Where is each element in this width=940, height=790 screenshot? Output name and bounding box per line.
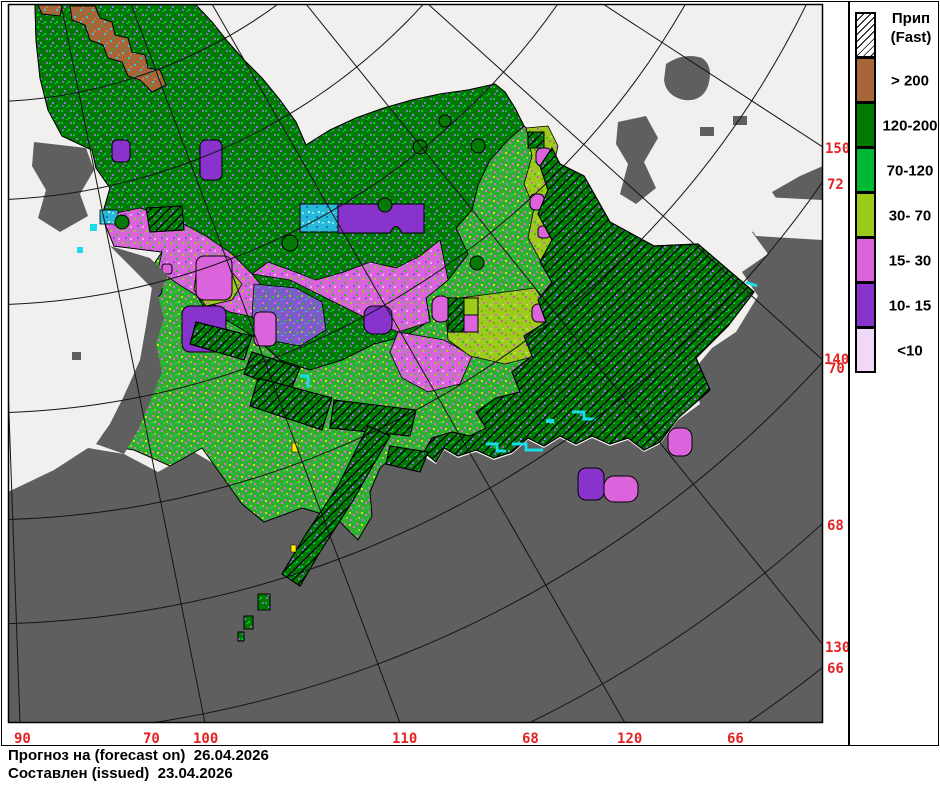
tick-label: 66: [827, 661, 844, 677]
tick-label: 72: [827, 177, 844, 193]
tick-label: 90: [14, 731, 31, 747]
tick-label: 68: [522, 731, 539, 747]
island: [72, 352, 81, 360]
legend-swatch-30-70: [855, 192, 876, 238]
legend-swatch-fast: [855, 12, 876, 58]
legend-label-15-30: 15- 30: [880, 253, 940, 270]
forecast-date-line: Прогноз на (forecast on) 26.04.2026: [8, 747, 269, 764]
tick-label: 130: [825, 640, 850, 656]
island: [793, 181, 802, 188]
island: [700, 127, 714, 136]
tick-label: 68: [827, 518, 844, 534]
legend-swatch-10-15: [855, 282, 876, 328]
station-marker: [291, 545, 296, 552]
legend-label-lt10: <10: [880, 343, 940, 360]
lagoon: [744, 196, 823, 240]
legend-label-30-70: 30- 70: [880, 208, 940, 225]
tick-label: 100: [193, 731, 218, 747]
ice-chart-map: 90 70 100 110 68 120 66 150 72 140 70 68…: [0, 0, 940, 790]
island: [664, 56, 710, 100]
island: [733, 116, 747, 125]
legend-title-line1: Прип: [892, 10, 930, 27]
legend-swatch-gt200: [855, 57, 876, 103]
legend-label-10-15: 10- 15: [880, 298, 940, 315]
tick-label: 66: [727, 731, 744, 747]
tick-label: 70: [143, 731, 160, 747]
river-dot: [90, 224, 97, 231]
tick-label: 70: [828, 361, 845, 377]
legend-label-gt200: > 200: [880, 73, 940, 90]
legend-panel: Прип (Fast) > 200 120-200 70-120 30- 70 …: [848, 1, 940, 745]
ice-forecast-window: 90 70 100 110 68 120 66 150 72 140 70 68…: [0, 0, 940, 790]
legend-swatch-15-30: [855, 237, 876, 283]
river-dot: [77, 247, 83, 253]
legend-swatch-70-120: [855, 147, 876, 193]
tick-label: 110: [392, 731, 417, 747]
legend-swatch-lt10: [855, 327, 876, 373]
tick-label: 150: [825, 141, 850, 157]
legend-title-line2: (Fast): [891, 29, 932, 46]
quartered-ice-cell: [448, 298, 478, 332]
lagoon: [694, 146, 722, 162]
river-dot: [546, 419, 554, 423]
tick-label: 120: [617, 731, 642, 747]
legend-label-70-120: 70-120: [880, 163, 940, 180]
legend-swatch-120-200: [855, 102, 876, 148]
legend-label-120-200: 120-200: [880, 118, 940, 135]
issued-date-line: Составлен (issued) 23.04.2026: [8, 765, 233, 782]
legend-title: Прип (Fast): [883, 9, 939, 47]
